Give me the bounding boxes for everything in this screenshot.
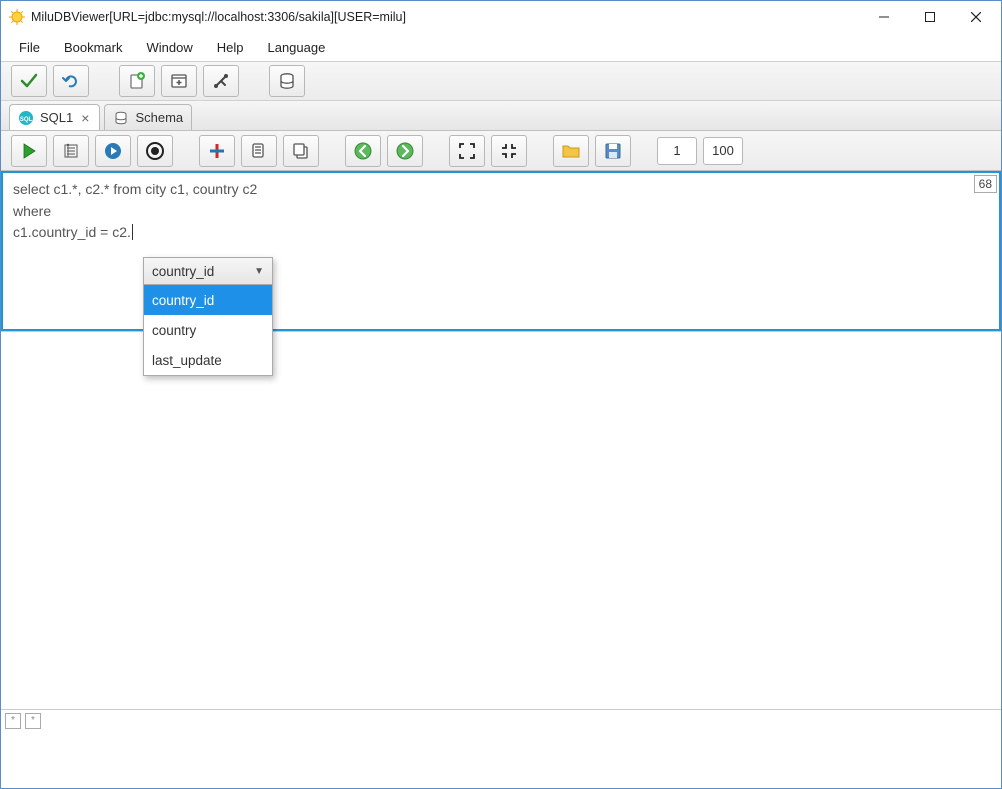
expand-icon	[458, 142, 476, 160]
new-document-icon	[127, 71, 147, 91]
copy-button[interactable]	[241, 135, 277, 167]
prev-button[interactable]	[345, 135, 381, 167]
check-icon	[19, 71, 39, 91]
expand-button[interactable]	[449, 135, 485, 167]
minimize-button[interactable]	[861, 2, 907, 32]
collapse-button[interactable]	[491, 135, 527, 167]
sql-tab-icon: SQL	[18, 110, 34, 126]
schema-tab-icon	[113, 110, 129, 126]
new-window-icon	[169, 71, 189, 91]
menu-bookmark[interactable]: Bookmark	[54, 36, 133, 59]
autocomplete-popup: country_id ▼ country_id country last_upd…	[143, 257, 273, 376]
record-icon	[145, 141, 165, 161]
char-counter: 68	[974, 175, 997, 193]
svg-text:SQL: SQL	[20, 117, 33, 123]
folder-icon	[561, 142, 581, 160]
plus-color-icon	[208, 142, 226, 160]
autocomplete-option[interactable]: last_update	[144, 345, 272, 375]
database-button[interactable]	[269, 65, 305, 97]
new-tab-button[interactable]	[119, 65, 155, 97]
autocomplete-option[interactable]: country	[144, 315, 272, 345]
save-icon	[604, 142, 622, 160]
explain-icon	[62, 142, 80, 160]
play-icon	[20, 142, 38, 160]
autocomplete-combo[interactable]: country_id ▼	[143, 257, 273, 285]
page-from-input[interactable]	[657, 137, 697, 165]
autocomplete-selected-label: country_id	[152, 264, 214, 279]
execute-script-button[interactable]	[95, 135, 131, 167]
tab-close-icon[interactable]: ×	[79, 110, 91, 126]
play-circle-icon	[103, 141, 123, 161]
rollback-button[interactable]	[53, 65, 89, 97]
next-button[interactable]	[387, 135, 423, 167]
sql-toolbar	[1, 131, 1001, 171]
menu-window[interactable]: Window	[136, 36, 202, 59]
window-controls	[861, 2, 999, 32]
tab-bar: SQL SQL1 × Schema	[1, 101, 1001, 131]
chevron-down-icon: ▼	[254, 266, 264, 277]
explain-button[interactable]	[53, 135, 89, 167]
commit-button[interactable]	[11, 65, 47, 97]
sql-editor[interactable]: select c1.*, c2.* from city c1, country …	[1, 171, 1001, 331]
menubar: File Bookmark Window Help Language	[1, 33, 1001, 61]
status-indicator-2[interactable]: *	[25, 713, 41, 729]
results-pane	[1, 331, 1001, 709]
maximize-button[interactable]	[907, 2, 953, 32]
new-window-button[interactable]	[161, 65, 197, 97]
tab-schema-label: Schema	[135, 110, 183, 125]
plug-icon	[211, 71, 231, 91]
stop-button[interactable]	[137, 135, 173, 167]
copy-lines-icon	[250, 142, 268, 160]
execute-button[interactable]	[11, 135, 47, 167]
duplicate-button[interactable]	[283, 135, 319, 167]
status-indicator-1[interactable]: *	[5, 713, 21, 729]
database-icon	[277, 71, 297, 91]
menu-file[interactable]: File	[9, 36, 50, 59]
autocomplete-list: country_id country last_update	[143, 285, 273, 376]
copy-icon	[292, 142, 310, 160]
close-button[interactable]	[953, 2, 999, 32]
arrow-right-icon	[395, 141, 415, 161]
tab-sql1[interactable]: SQL SQL1 ×	[9, 104, 100, 130]
menu-language[interactable]: Language	[257, 36, 335, 59]
main-toolbar	[1, 61, 1001, 101]
app-icon	[9, 9, 25, 25]
undo-icon	[61, 71, 81, 91]
add-button[interactable]	[199, 135, 235, 167]
autocomplete-option[interactable]: country_id	[144, 285, 272, 315]
status-bar: * *	[1, 709, 1001, 731]
window-title: MiluDBViewer[URL=jdbc:mysql://localhost:…	[31, 10, 861, 24]
arrow-left-icon	[353, 141, 373, 161]
collapse-icon	[500, 142, 518, 160]
save-button[interactable]	[595, 135, 631, 167]
page-to-input[interactable]	[703, 137, 743, 165]
tab-sql1-label: SQL1	[40, 110, 73, 125]
sql-text: select c1.*, c2.* from city c1, country …	[3, 173, 999, 250]
menu-help[interactable]: Help	[207, 36, 254, 59]
tab-schema[interactable]: Schema	[104, 104, 192, 130]
titlebar: MiluDBViewer[URL=jdbc:mysql://localhost:…	[1, 1, 1001, 33]
connection-button[interactable]	[203, 65, 239, 97]
open-button[interactable]	[553, 135, 589, 167]
